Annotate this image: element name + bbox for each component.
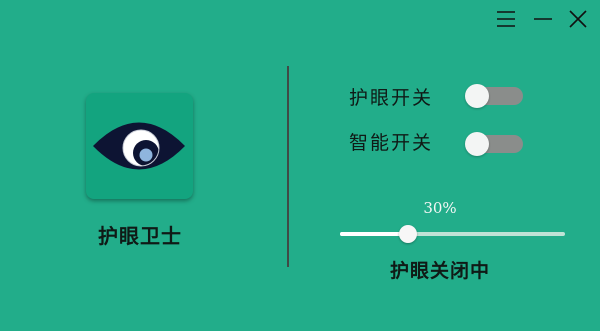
app-name: 护眼卫士: [98, 224, 182, 248]
smart-mode-toggle-label: 智能开关: [349, 132, 434, 154]
app-logo: [86, 93, 193, 199]
minimize-icon[interactable]: [532, 8, 554, 30]
vertical-divider: [287, 66, 289, 267]
toggle-knob[interactable]: [465, 132, 489, 156]
eye-protection-toggle[interactable]: [465, 84, 525, 108]
intensity-slider[interactable]: [340, 224, 565, 244]
slider-value-label: 30%: [423, 199, 457, 217]
smart-mode-toggle[interactable]: [465, 132, 525, 156]
app-window: 护眼卫士 护眼开关 智能开关 30% 护眼关闭中: [0, 0, 600, 331]
eye-protection-toggle-label: 护眼开关: [349, 87, 434, 109]
slider-thumb[interactable]: [399, 225, 417, 243]
toggle-knob[interactable]: [465, 84, 489, 108]
hamburger-menu-icon[interactable]: [495, 8, 517, 30]
close-icon[interactable]: [567, 8, 589, 30]
status-text: 护眼关闭中: [389, 260, 490, 282]
eye-icon: [93, 122, 185, 170]
slider-fill: [340, 232, 408, 236]
